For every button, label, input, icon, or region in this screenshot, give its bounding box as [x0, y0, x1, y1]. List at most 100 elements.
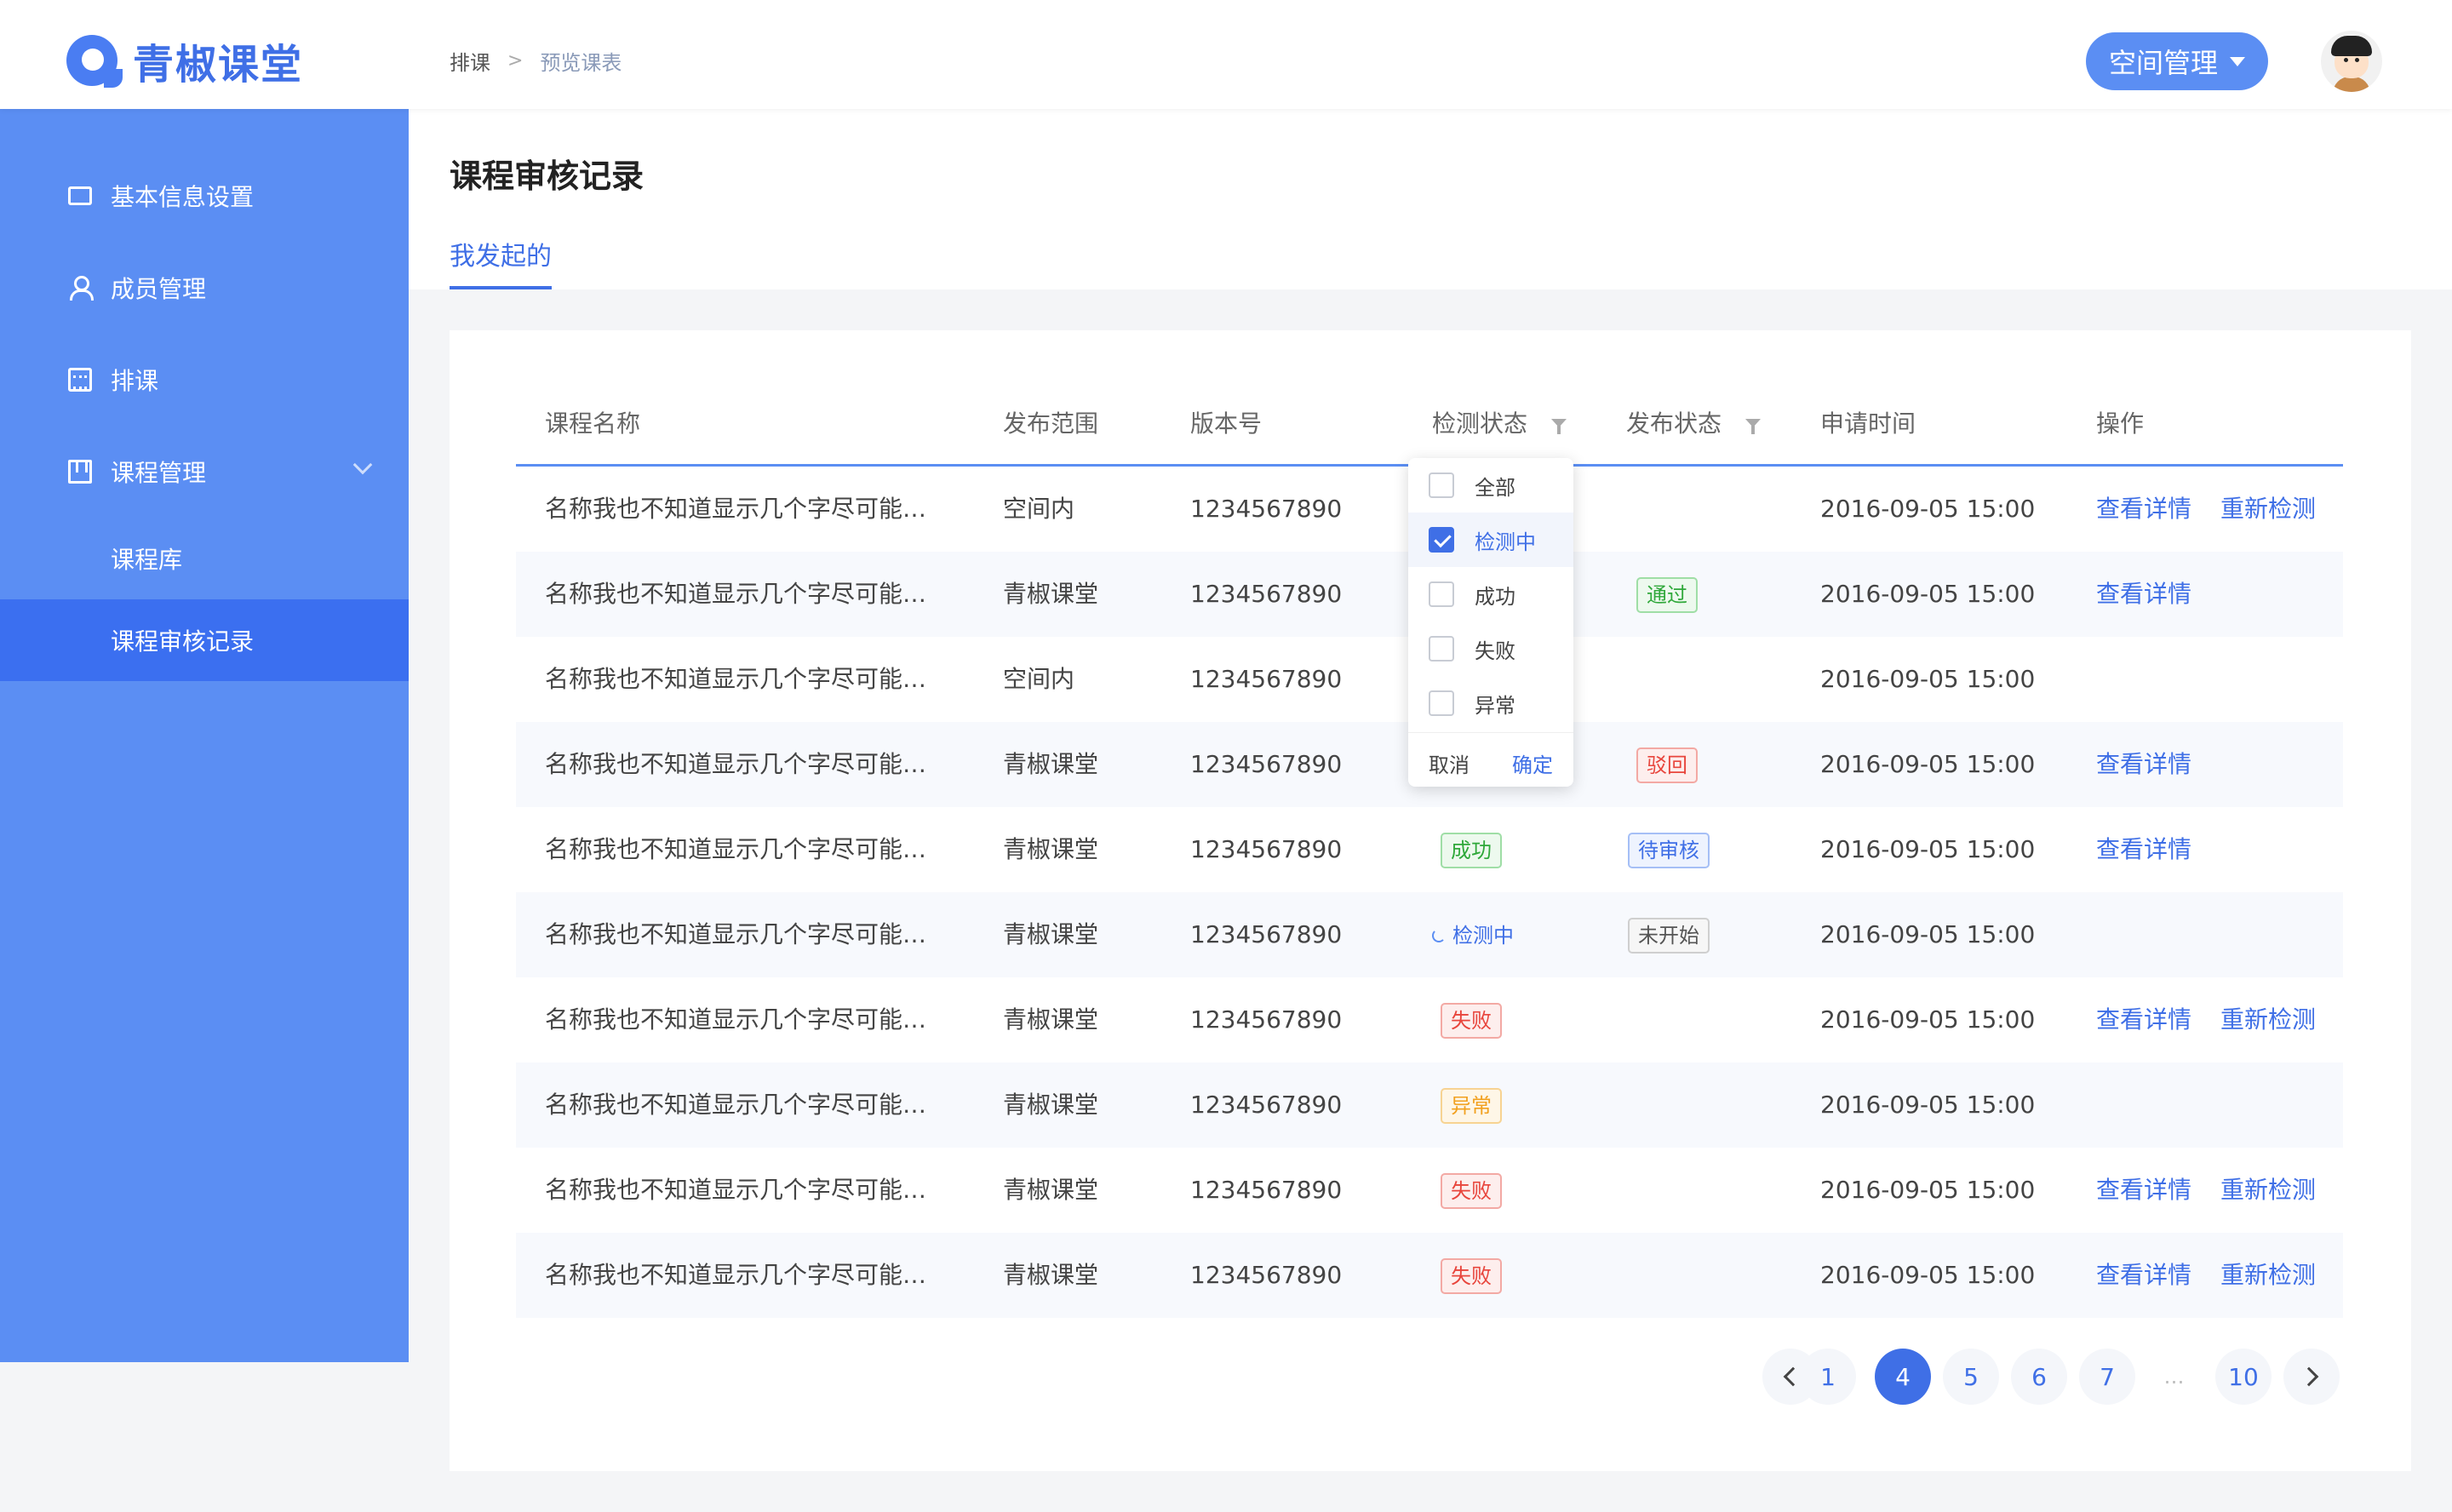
scope-cell: 空间内: [1003, 665, 1075, 693]
breadcrumb-item-schedule[interactable]: 排课: [450, 46, 490, 76]
page-ellipsis[interactable]: …: [2147, 1349, 2203, 1405]
actions-cell: 查看详情 重新检测: [2096, 1148, 2345, 1233]
scope-cell: 青椒课堂: [1003, 750, 1099, 778]
course-name-cell: 名称我也不知道显示几个字尽可能…: [545, 1176, 927, 1204]
breadcrumb-separator-icon: >: [507, 50, 524, 72]
sidebar-item-basic-info[interactable]: 基本信息设置: [0, 155, 409, 237]
page-button-10[interactable]: 10: [2215, 1349, 2272, 1405]
sidebar-item-schedule[interactable]: 排课: [0, 339, 409, 421]
version-cell: 1234567890: [1190, 750, 1343, 778]
table-header: 课程名称 发布范围 版本号 检测状态 发布状态 申请时间 操作: [516, 381, 2343, 467]
table-row: 名称我也不知道显示几个字尽可能… 青椒课堂 1234567890 成功 待审核 2016-…: [516, 807, 2343, 892]
sidebar-item-course-library[interactable]: 课程库: [0, 518, 409, 599]
page-button-6[interactable]: 6: [2011, 1349, 2067, 1405]
version-cell: 1234567890: [1190, 665, 1343, 693]
recheck-link[interactable]: 重新检测: [2220, 1005, 2316, 1034]
check-status-filter-dropdown: 全部 检测中 成功 失败 异常 取消 确定: [1408, 458, 1573, 787]
filter-option-all[interactable]: 全部: [1408, 458, 1573, 513]
course-name-cell: 名称我也不知道显示几个字尽可能…: [545, 920, 927, 948]
sidebar: 基本信息设置 成员管理 排课 课程管理 课程库 课程审核记录: [0, 109, 409, 1362]
apply-time-cell: 2016-09-05 15:00: [1820, 495, 2036, 523]
page-button-7[interactable]: 7: [2079, 1349, 2135, 1405]
publish-status-cell: 待审核: [1628, 807, 1710, 892]
filter-icon[interactable]: [1551, 419, 1567, 434]
sidebar-item-members[interactable]: 成员管理: [0, 247, 409, 329]
logo-text: 青椒课堂: [133, 41, 304, 89]
view-details-link[interactable]: 查看详情: [2096, 1176, 2191, 1204]
apply-time-cell: 2016-09-05 15:00: [1820, 1176, 2036, 1204]
checkbox[interactable]: [1429, 472, 1454, 498]
version-cell: 1234567890: [1190, 580, 1343, 608]
scope-cell: 空间内: [1003, 495, 1075, 523]
check-status-cell: 成功: [1441, 807, 1502, 892]
sidebar-item-label: 基本信息设置: [111, 183, 255, 211]
course-name-cell: 名称我也不知道显示几个字尽可能…: [545, 1261, 927, 1289]
filter-option-failed[interactable]: 失败: [1408, 621, 1573, 676]
view-details-link[interactable]: 查看详情: [2096, 495, 2191, 523]
book-icon: [68, 460, 92, 484]
sidebar-item-review-records[interactable]: 课程审核记录: [0, 599, 409, 681]
checkbox[interactable]: [1429, 581, 1454, 607]
monitor-icon: [68, 186, 92, 205]
filter-option-label: 检测中: [1475, 530, 1536, 554]
column-header-version: 版本号: [1190, 410, 1263, 438]
check-status-cell: 异常: [1441, 1062, 1502, 1148]
page-button-1[interactable]: 1: [1800, 1349, 1856, 1405]
actions-cell: 查看详情: [2096, 807, 2220, 892]
course-name-cell: 名称我也不知道显示几个字尽可能…: [545, 750, 927, 778]
page-button-5[interactable]: 5: [1943, 1349, 1999, 1405]
publish-status-badge: 待审核: [1628, 833, 1710, 868]
column-header-course-name: 课程名称: [545, 410, 641, 438]
checkbox[interactable]: [1429, 636, 1454, 662]
actions-cell: 查看详情 重新检测: [2096, 1233, 2345, 1318]
column-header-label: 检测状态: [1432, 410, 1528, 438]
sidebar-item-label: 课程管理: [111, 459, 207, 487]
space-management-button[interactable]: 空间管理: [2086, 32, 2268, 90]
breadcrumb-item-preview: 预览课表: [540, 51, 622, 75]
filter-option-success[interactable]: 成功: [1408, 567, 1573, 621]
view-details-link[interactable]: 查看详情: [2096, 835, 2191, 863]
check-status-badge: 失败: [1441, 1258, 1502, 1294]
recheck-link[interactable]: 重新检测: [2220, 495, 2316, 523]
filter-option-label: 全部: [1475, 475, 1515, 500]
sidebar-item-label: 课程审核记录: [111, 627, 255, 656]
page-button-4[interactable]: 4: [1875, 1349, 1931, 1405]
actions-cell: 查看详情 重新检测: [2096, 977, 2345, 1062]
caret-down-icon: [2230, 56, 2245, 66]
publish-status-cell: 通过: [1636, 552, 1698, 637]
recheck-link[interactable]: 重新检测: [2220, 1176, 2316, 1204]
version-cell: 1234567890: [1190, 920, 1343, 948]
tab-initiated-by-me[interactable]: 我发起的: [450, 235, 552, 289]
publish-status-badge: 通过: [1636, 577, 1698, 613]
check-status-text: 检测中: [1452, 924, 1514, 948]
filter-icon[interactable]: [1745, 419, 1762, 434]
column-header-publish-status: 发布状态: [1626, 381, 1762, 467]
view-details-link[interactable]: 查看详情: [2096, 1261, 2191, 1289]
scope-cell: 青椒课堂: [1003, 920, 1099, 948]
recheck-link[interactable]: 重新检测: [2220, 1261, 2316, 1289]
scope-cell: 青椒课堂: [1003, 1005, 1099, 1034]
checkbox-checked[interactable]: [1429, 527, 1454, 553]
view-details-link[interactable]: 查看详情: [2096, 580, 2191, 608]
page-title: 课程审核记录: [450, 158, 645, 195]
filter-cancel-button[interactable]: 取消: [1429, 748, 1469, 778]
version-cell: 1234567890: [1190, 1005, 1343, 1034]
next-page-button[interactable]: [2283, 1349, 2340, 1405]
filter-option-checking[interactable]: 检测中: [1408, 513, 1573, 567]
calendar-icon: [68, 368, 92, 392]
apply-time-cell: 2016-09-05 15:00: [1820, 1261, 2036, 1289]
pagination: 1 … 4 5 6 7 … 10: [450, 1349, 2411, 1405]
avatar[interactable]: [2321, 31, 2382, 92]
view-details-link[interactable]: 查看详情: [2096, 750, 2191, 778]
course-name-cell: 名称我也不知道显示几个字尽可能…: [545, 1005, 927, 1034]
sidebar-item-course-management[interactable]: 课程管理: [0, 431, 409, 513]
scope-cell: 青椒课堂: [1003, 1091, 1099, 1119]
view-details-link[interactable]: 查看详情: [2096, 1005, 2191, 1034]
filter-confirm-button[interactable]: 确定: [1512, 748, 1553, 778]
check-status-badge: 成功: [1441, 833, 1502, 868]
filter-option-abnormal[interactable]: 异常: [1408, 676, 1573, 730]
actions-cell: 查看详情: [2096, 722, 2220, 807]
checkbox[interactable]: [1429, 690, 1454, 716]
version-cell: 1234567890: [1190, 1176, 1343, 1204]
logo[interactable]: 青椒课堂: [66, 31, 303, 90]
